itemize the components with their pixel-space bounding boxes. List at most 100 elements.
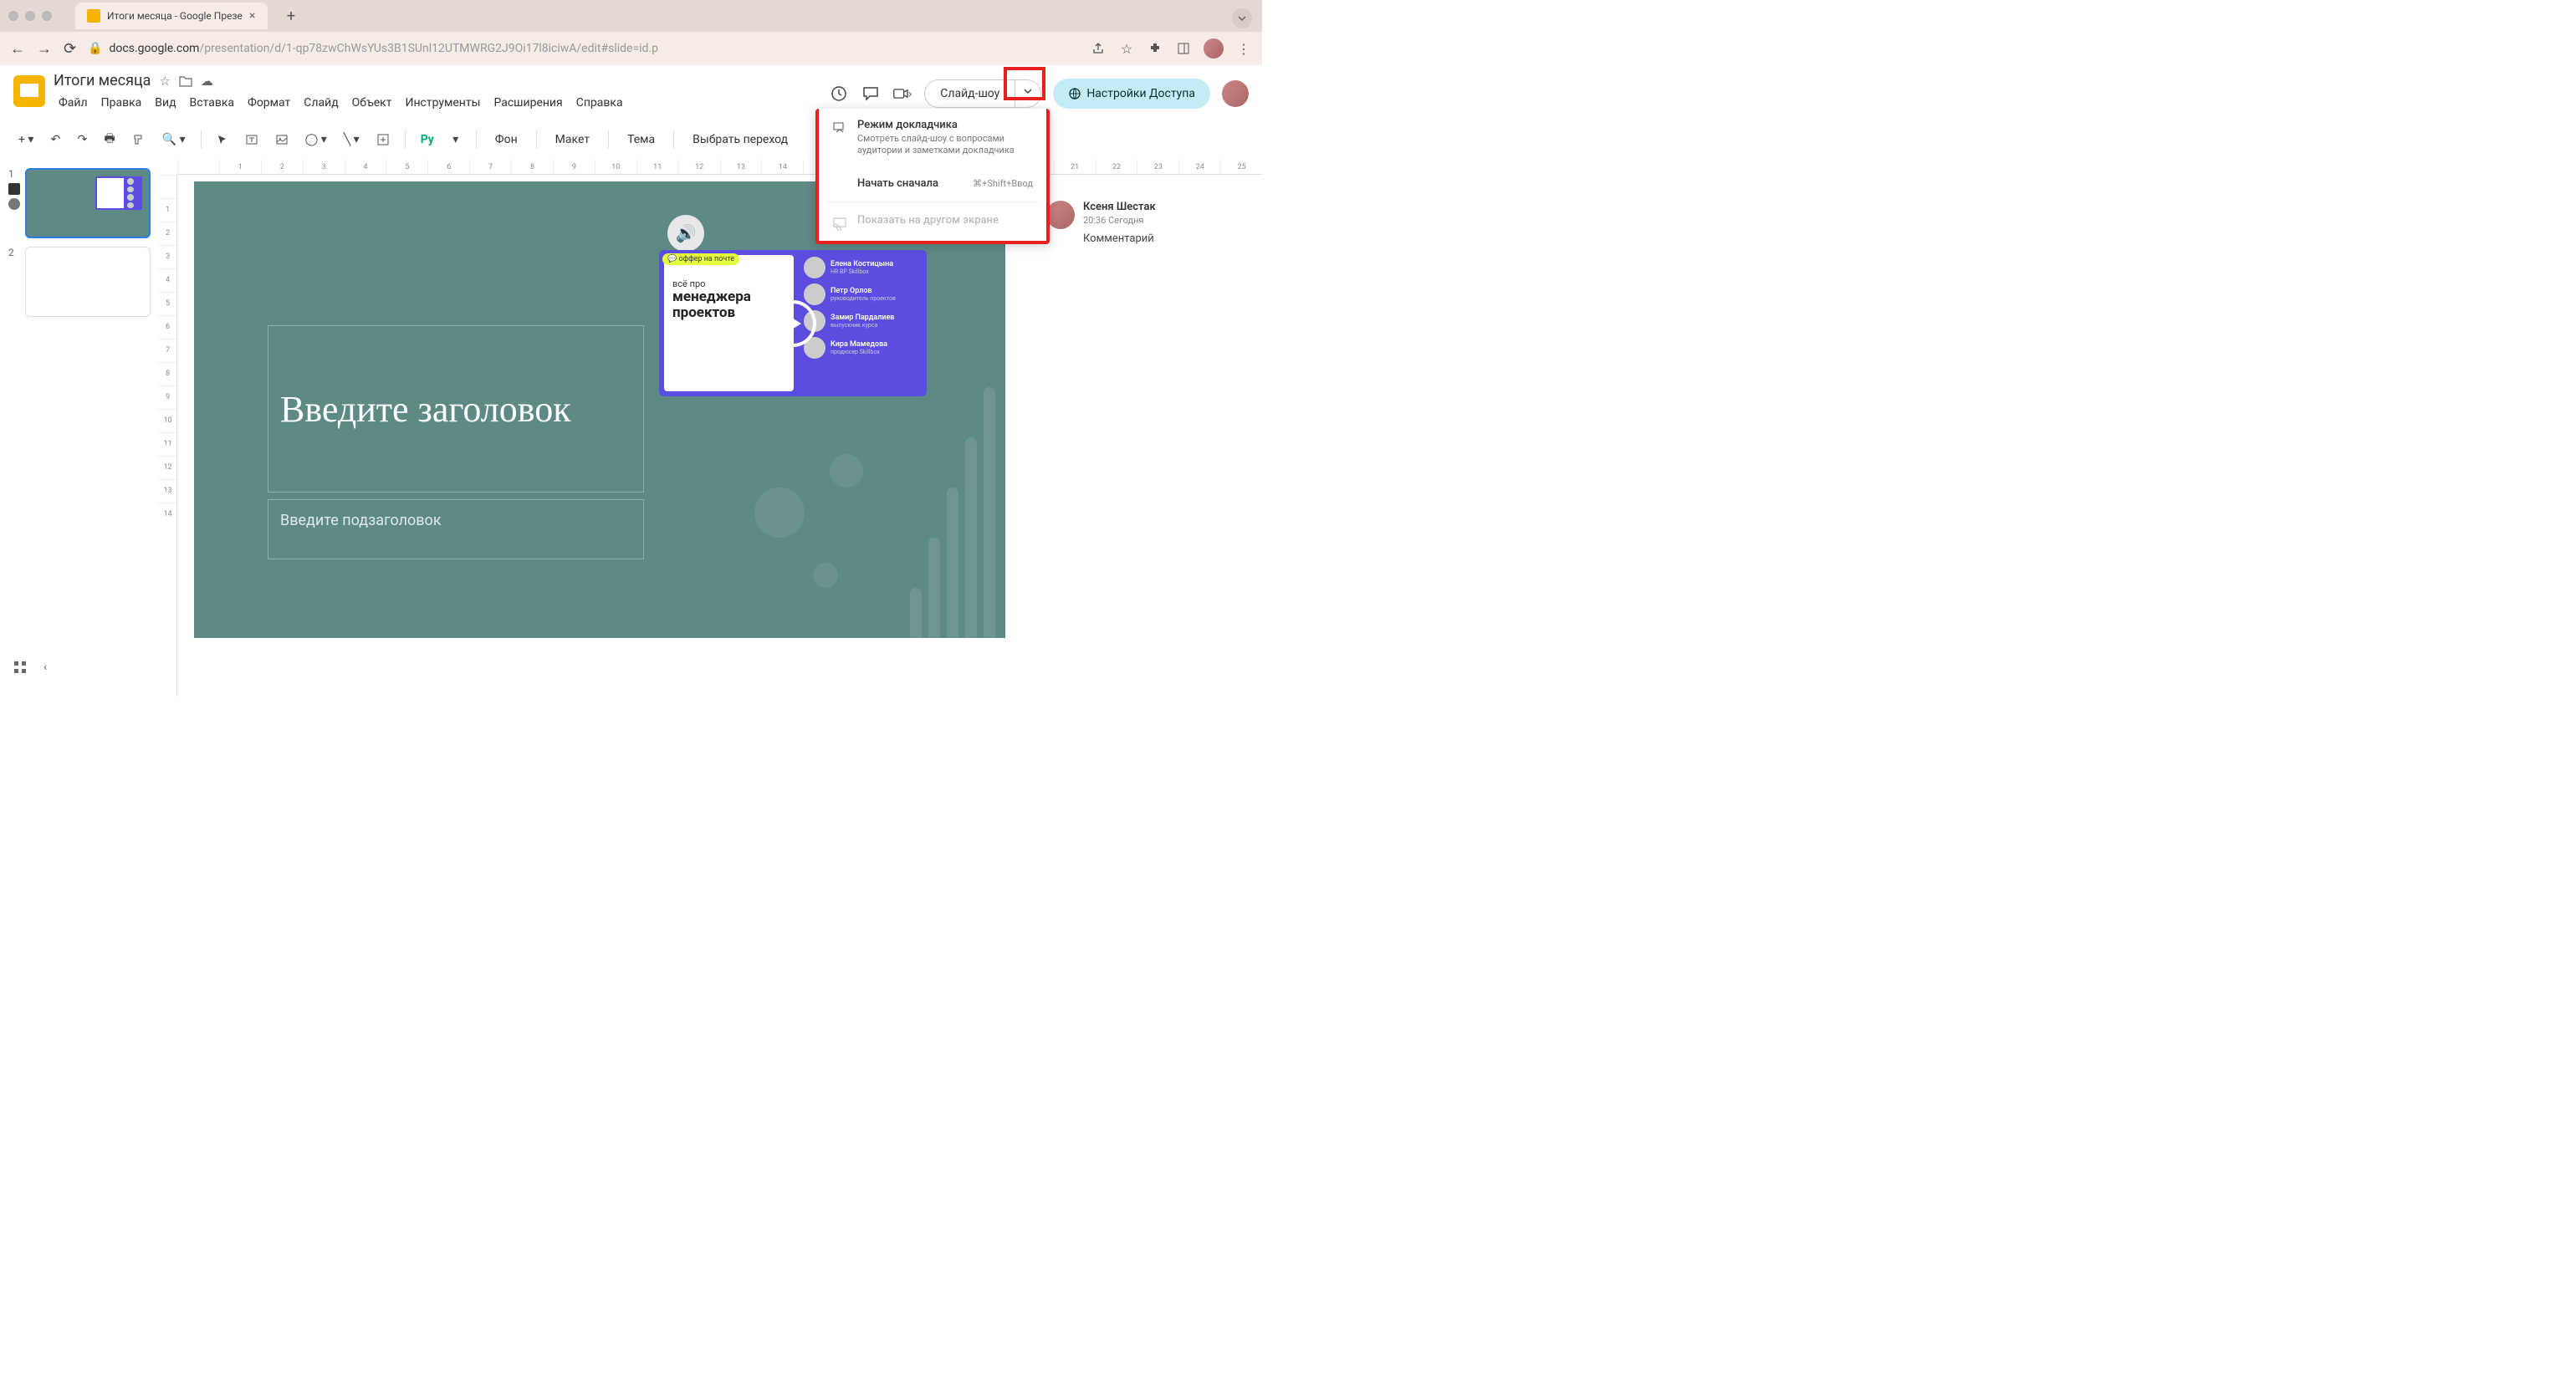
share-page-icon[interactable] [1090,40,1107,57]
browser-tab[interactable]: Итоги месяца - Google Презе × [75,3,268,29]
minimize-window-icon[interactable] [25,11,35,21]
title-placeholder[interactable]: Введите заголовок [268,325,644,492]
layout-button[interactable]: Макет [547,128,598,151]
video-line3: проектов [672,305,785,321]
speaker-notes-icon[interactable]: Рy [416,128,439,151]
share-button[interactable]: Настройки Доступа [1053,79,1210,109]
comments-icon[interactable] [861,84,881,104]
person-row: Замир Пардалиеввыпускник курса [804,310,922,332]
dd-label: Показать на другом экране [857,214,1033,227]
presenter-mode-item[interactable]: Режим докладчика Смотреть слайд-шоу с во… [819,109,1046,167]
slide-decoration [738,370,1005,638]
menu-tools[interactable]: Инструменты [400,93,485,113]
bookmark-icon[interactable]: ☆ [1118,40,1135,57]
redo-icon[interactable]: ↷ [72,128,92,151]
comment-indicator-icon[interactable] [8,183,20,195]
menu-insert[interactable]: Вставка [185,93,239,113]
star-icon[interactable]: ☆ [159,74,170,89]
slideshow-button[interactable]: Слайд-шоу [924,79,1015,108]
menu-format[interactable]: Формат [243,93,295,113]
play-icon[interactable] [769,300,816,347]
shape-icon[interactable]: ◯ ▾ [300,128,332,151]
slide-thumbnail-2[interactable] [25,247,151,317]
slideshow-dropdown-button[interactable] [1015,79,1041,108]
reload-icon[interactable]: ⟳ [64,40,76,58]
traffic-lights [8,11,52,21]
chevron-left-icon[interactable]: ‹ [43,661,47,674]
slide-canvas[interactable]: 🔊 💬 оффер на почте всё про менеджера про… [194,181,1005,638]
select-tool-icon[interactable] [212,129,233,151]
extensions-icon[interactable] [1147,40,1163,57]
url-path: /presentation/d/1-qp78zwChWsYUs3B1SUnl12… [199,42,658,55]
subtitle-placeholder[interactable]: Введите подзаголовок [268,499,644,559]
person-row: Елена КостицынаHR BP Skillbox [804,257,922,278]
forward-icon[interactable]: → [37,40,52,58]
slides-logo-icon[interactable] [13,75,45,107]
url-input[interactable]: 🔒 docs.google.com/presentation/d/1-qp78z… [88,42,1078,55]
audio-icon[interactable]: 🔊 [667,215,704,252]
history-icon[interactable] [829,84,849,104]
slide-thumbnail-1[interactable] [25,168,151,238]
subtitle-text: Введите подзаголовок [280,512,442,529]
menu-extensions[interactable]: Расширения [488,93,567,113]
divider [405,130,406,149]
comment-time: 20:36 Сегодня [1083,215,1254,226]
maximize-window-icon[interactable] [42,11,52,21]
header-actions: Слайд-шоу Настройки Доступа [829,79,1249,109]
link-indicator-icon[interactable] [8,198,20,210]
dd-shortcut: ⌘+Shift+Ввод [973,178,1033,189]
new-slide-button[interactable]: + ▾ [13,128,38,151]
close-window-icon[interactable] [8,11,18,21]
divider [476,130,477,149]
menu-slide[interactable]: Слайд [299,93,343,113]
background-button[interactable]: Фон [487,128,526,151]
lock-icon[interactable]: 🔒 [88,42,102,55]
more-menu-icon[interactable]: ⋮ [1235,40,1252,57]
vertical-ruler[interactable]: 1234567891011121314 [159,175,177,696]
line-icon[interactable]: ╲ ▾ [339,128,365,151]
menu-help[interactable]: Справка [571,93,628,113]
menu-file[interactable]: Файл [54,93,93,113]
user-avatar-icon[interactable] [1222,80,1249,107]
toolbar: + ▾ ↶ ↷ 🖶 🔍 ▾ ◯ ▾ ╲ ▾ Рy ▾ Фон Макет Тем… [0,120,1262,160]
comment-text: Комментарий [1083,232,1254,245]
slideshow-dropdown-menu: Режим докладчика Смотреть слайд-шоу с во… [815,109,1050,244]
person-avatar-icon [804,257,825,278]
dd-desc: Смотреть слайд-шоу с вопросами аудитории… [857,133,1033,157]
print-icon[interactable]: 🖶 [99,125,120,155]
url-actions: ☆ ⋮ [1090,38,1252,59]
image-icon[interactable] [270,128,294,151]
start-over-item[interactable]: Начать сначала ⌘+Shift+Ввод [819,167,1046,200]
slide-panel: 1 2 [0,160,159,696]
profile-avatar-icon[interactable] [1204,38,1224,59]
video-object[interactable]: 💬 оффер на почте всё про менеджера проек… [659,250,927,396]
side-panel-icon[interactable] [1175,40,1192,57]
cloud-status-icon[interactable]: ☁ [201,74,213,89]
person-avatar-icon [804,283,825,305]
person-row: Кира Мамедовапродюсер Skillbox [804,337,922,359]
doc-title[interactable]: Итоги месяца [54,72,151,89]
menu-edit[interactable]: Правка [96,93,147,113]
theme-button[interactable]: Тема [619,128,663,151]
textbox-icon[interactable] [240,128,263,151]
back-icon[interactable]: ← [10,40,25,58]
new-tab-button[interactable]: + [279,4,303,28]
chevron-down-icon[interactable]: ▾ [446,128,466,151]
meet-icon[interactable] [892,84,912,104]
move-folder-icon[interactable] [179,75,192,87]
cast-icon [832,216,847,231]
menu-object[interactable]: Объект [347,93,397,113]
tab-close-icon[interactable]: × [249,9,255,23]
grid-view-icon[interactable] [13,661,27,674]
collapse-chevron-icon[interactable] [1232,8,1252,28]
paint-format-icon[interactable] [127,128,151,151]
comment-card[interactable]: Ксеня Шестак 20:36 Сегодня Комментарий [1046,201,1254,245]
transition-button[interactable]: Выбрать переход [684,128,796,151]
cast-screen-item: Показать на другом экране [819,204,1046,241]
presenter-icon [832,120,847,135]
menu-view[interactable]: Вид [150,93,181,113]
comment-add-icon[interactable] [371,128,395,151]
undo-icon[interactable]: ↶ [45,128,65,151]
horizontal-ruler[interactable]: 1234567891011121314151617181920212223242… [177,160,1262,175]
zoom-icon[interactable]: 🔍 ▾ [157,128,191,151]
